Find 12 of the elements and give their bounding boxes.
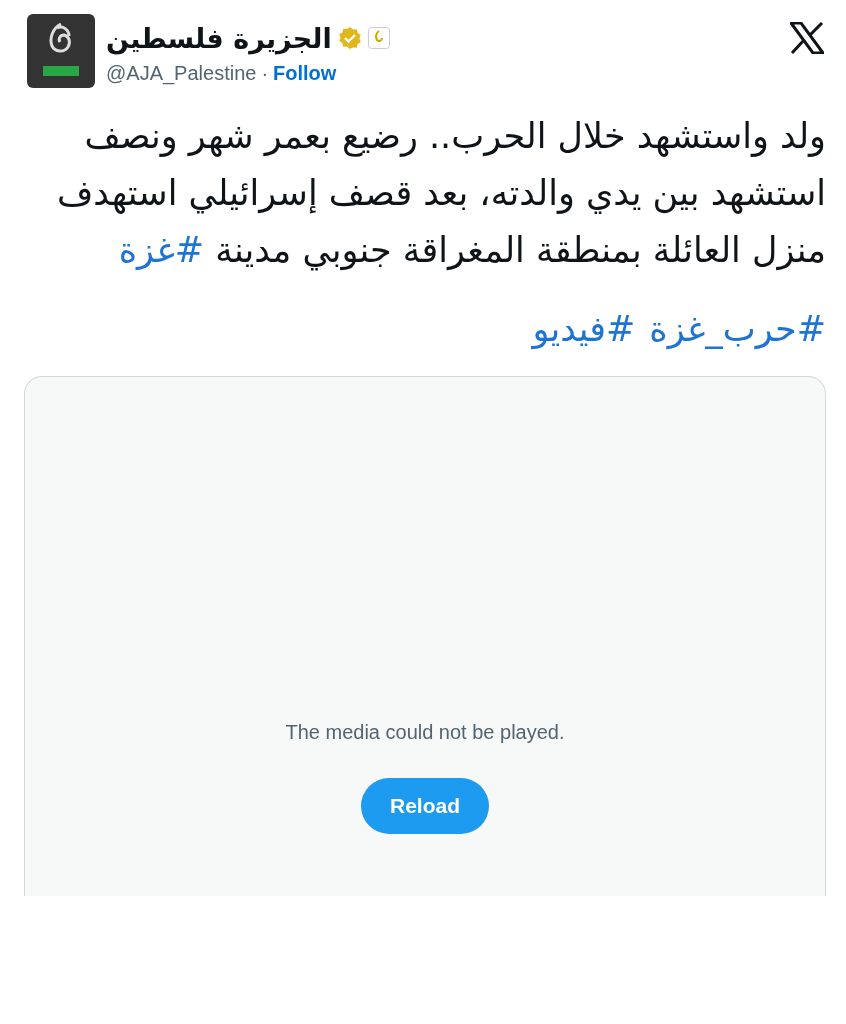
hashtag-link[interactable]: #فيديو [532, 301, 636, 358]
media-error-message: The media could not be played. [285, 721, 565, 744]
separator-dot: · [261, 62, 269, 85]
hashtag-link[interactable]: #حرب_غزة [649, 301, 826, 358]
tweet-text: ولد واستشهد خلال الحرب.. رضيع بعمر شهر ونصف استشهد بين يدي والدته، بعد قصف إسرائيلي استهدف منزل العائلة بمنطقة المغراقة جنوبي مدينة #غزة [56, 115, 826, 273]
follow-link[interactable]: Follow [273, 62, 337, 85]
avatar-logo-icon[interactable] [24, 14, 98, 88]
hashtag-link[interactable]: #غزة [118, 230, 205, 270]
x-logo-icon[interactable] [790, 22, 824, 54]
account-handle[interactable]: @AJA_Palestine [106, 62, 257, 85]
account-name[interactable]: الجزيرة فلسطين [106, 22, 332, 54]
reload-button[interactable]: Reload [361, 778, 489, 834]
